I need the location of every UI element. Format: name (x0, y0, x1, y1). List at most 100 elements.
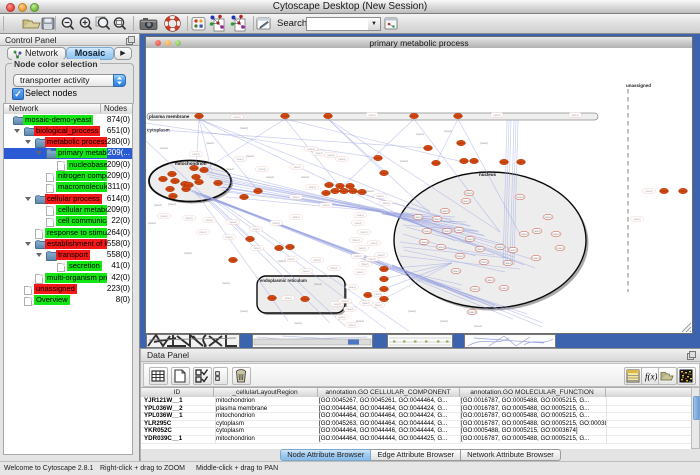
svg-text:(new-l): (new-l) (504, 262, 512, 265)
svg-text:(new-l): (new-l) (206, 141, 214, 145)
svg-text:(new-l): (new-l) (516, 196, 524, 199)
svg-text:(new-l): (new-l) (308, 187, 315, 189)
svg-text:YGR240: YGR240 (380, 289, 389, 291)
svg-text:YGR240: YGR240 (500, 162, 509, 164)
svg-text:(new-l): (new-l) (252, 229, 259, 231)
svg-text:(new-l): (new-l) (441, 210, 449, 213)
svg-text:(new-l): (new-l) (493, 115, 500, 117)
svg-text:(new-l): (new-l) (408, 309, 416, 313)
svg-text:(new-l): (new-l) (368, 115, 375, 117)
svg-text:(new-l): (new-l) (154, 203, 162, 207)
svg-text:(new-l): (new-l) (462, 200, 470, 203)
svg-text:YGR240: YGR240 (168, 174, 177, 176)
svg-text:(new-l): (new-l) (571, 115, 578, 117)
svg-text:(new-l): (new-l) (382, 203, 389, 205)
svg-text:plasma membrane: plasma membrane (149, 114, 190, 119)
svg-text:(new-l): (new-l) (301, 175, 309, 179)
svg-text:(new-l): (new-l) (366, 189, 374, 193)
svg-text:(new-l): (new-l) (368, 259, 375, 261)
svg-text:(new-l): (new-l) (362, 303, 369, 305)
svg-text:(new-l): (new-l) (333, 304, 340, 306)
svg-text:(new-l): (new-l) (294, 321, 302, 325)
svg-text:YGR240: YGR240 (286, 247, 295, 249)
svg-text:(new-l): (new-l) (314, 282, 322, 286)
svg-text:YGR240: YGR240 (159, 179, 168, 181)
svg-text:(new-l): (new-l) (160, 216, 167, 218)
svg-text:(new-l): (new-l) (284, 298, 291, 300)
svg-text:(new-l): (new-l) (358, 248, 365, 250)
svg-text:YGR240: YGR240 (432, 163, 441, 165)
svg-text:YGR240: YGR240 (380, 299, 389, 301)
svg-text:(new-l): (new-l) (313, 260, 320, 262)
svg-text:(new-l): (new-l) (160, 146, 168, 150)
svg-text:(new-l): (new-l) (352, 240, 359, 242)
svg-text:(new-l): (new-l) (240, 309, 248, 313)
svg-text:(new-l): (new-l) (532, 257, 540, 260)
svg-text:(new-l): (new-l) (205, 220, 212, 222)
svg-text:(new-l): (new-l) (645, 191, 652, 193)
svg-text:(new-l): (new-l) (356, 319, 364, 323)
svg-text:(new-l): (new-l) (466, 238, 474, 241)
svg-text:(new-l): (new-l) (374, 305, 381, 307)
svg-text:(new-l): (new-l) (192, 154, 199, 156)
svg-text:YGR240: YGR240 (324, 116, 333, 118)
svg-text:(new-l): (new-l) (356, 272, 363, 274)
svg-text:YGR240: YGR240 (336, 186, 345, 188)
svg-text:YGR240: YGR240 (380, 173, 389, 175)
svg-text:(new-l): (new-l) (361, 264, 368, 266)
svg-text:(new-l): (new-l) (414, 216, 422, 219)
svg-text:YGR240: YGR240 (470, 161, 479, 163)
svg-text:(new-l): (new-l) (533, 230, 541, 233)
svg-text:YGR240: YGR240 (380, 269, 389, 271)
svg-text:YGR240: YGR240 (192, 177, 201, 179)
svg-text:(new-l): (new-l) (509, 249, 517, 252)
svg-text:(new-l): (new-l) (278, 259, 286, 263)
svg-text:(new-l): (new-l) (233, 117, 240, 119)
svg-text:(new-l): (new-l) (423, 230, 431, 233)
svg-text:(new-l): (new-l) (444, 129, 452, 133)
svg-text:(new-l): (new-l) (500, 287, 508, 290)
svg-text:YGR240: YGR240 (214, 183, 223, 185)
svg-text:YGR240: YGR240 (517, 162, 526, 164)
svg-text:YGR240: YGR240 (380, 279, 389, 281)
svg-text:nucleus: nucleus (479, 172, 497, 177)
svg-text:(new-l): (new-l) (480, 261, 488, 264)
svg-text:(new-l): (new-l) (633, 219, 640, 221)
svg-text:(new-l): (new-l) (416, 132, 424, 136)
svg-text:(new-l): (new-l) (486, 279, 494, 282)
svg-text:(new-l): (new-l) (437, 246, 445, 249)
svg-text:(new-l): (new-l) (400, 159, 408, 163)
svg-text:(new-l): (new-l) (456, 255, 464, 258)
svg-text:(new-l): (new-l) (184, 251, 192, 255)
svg-text:(new-l): (new-l) (292, 197, 299, 199)
svg-text:(new-l): (new-l) (240, 126, 248, 130)
svg-text:YGR240: YGR240 (240, 197, 249, 199)
svg-text:YGR240: YGR240 (454, 116, 463, 118)
svg-text:(new-l): (new-l) (253, 248, 260, 250)
svg-text:YGR240: YGR240 (246, 239, 255, 241)
svg-text:(new-l): (new-l) (496, 246, 504, 249)
svg-text:(new-l): (new-l) (199, 232, 206, 234)
svg-text:(new-l): (new-l) (148, 221, 156, 225)
svg-text:(new-l): (new-l) (348, 325, 355, 327)
svg-text:(new-l): (new-l) (374, 294, 381, 296)
svg-text:(new-l): (new-l) (168, 202, 176, 206)
svg-text:(new-l): (new-l) (544, 216, 552, 219)
svg-text:YGR240: YGR240 (410, 116, 419, 118)
svg-text:(new-l): (new-l) (376, 196, 383, 198)
svg-text:(new-l): (new-l) (476, 248, 484, 251)
svg-text:f(x): f(x) (645, 372, 657, 382)
svg-text:(new-l): (new-l) (272, 223, 279, 225)
svg-text:(new-l): (new-l) (520, 233, 528, 236)
svg-text:(new-l): (new-l) (330, 268, 337, 270)
svg-text:(new-l): (new-l) (287, 259, 294, 261)
svg-text:(new-l): (new-l) (474, 324, 482, 328)
svg-text:YGR240: YGR240 (229, 260, 238, 262)
svg-text:YGR240: YGR240 (195, 116, 204, 118)
svg-text:(new-l): (new-l) (338, 159, 345, 161)
svg-text:YGR240: YGR240 (331, 191, 340, 193)
svg-text:YGR240: YGR240 (190, 168, 199, 170)
svg-text:YGR240: YGR240 (346, 186, 355, 188)
svg-text:(new-l): (new-l) (229, 222, 236, 224)
svg-text:YGR240: YGR240 (349, 191, 358, 193)
